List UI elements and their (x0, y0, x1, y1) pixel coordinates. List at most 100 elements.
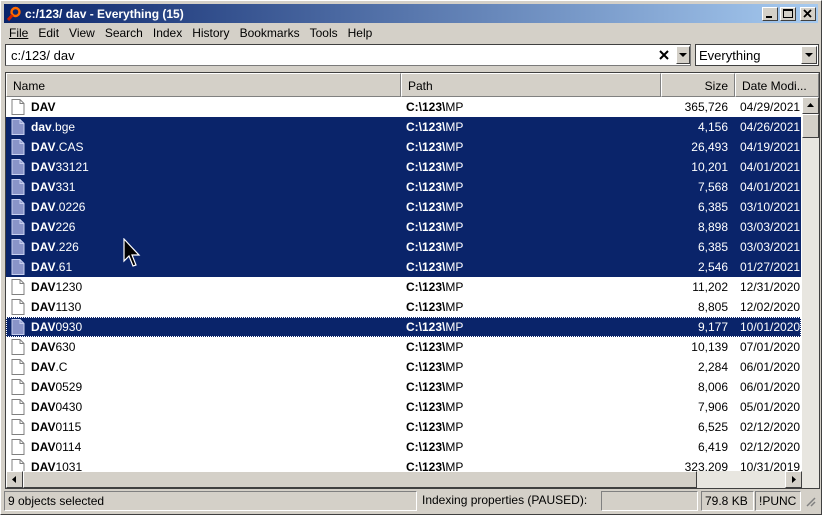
menu-edit[interactable]: Edit (33, 24, 64, 42)
table-row[interactable]: DAV 1230 C:\123\MP 11,202 12/31/2020 (6, 277, 801, 297)
menu-view-label: View (69, 26, 95, 40)
row-date-cell: 04/01/2021 (740, 180, 801, 194)
table-row[interactable]: DAV 0115 C:\123\MP 6,525 02/12/2020 (6, 417, 801, 437)
menu-tools[interactable]: Tools (305, 24, 343, 42)
row-path-rest: MP (445, 420, 464, 434)
file-icon (11, 219, 25, 235)
row-name-rest: .C (55, 360, 68, 374)
file-icon (11, 319, 25, 335)
row-date-cell: 04/29/2021 (740, 100, 801, 114)
row-name-rest: 0930 (55, 320, 83, 334)
column-path-header[interactable]: Path (401, 73, 661, 97)
mouse-cursor-icon (123, 237, 143, 268)
close-button[interactable] (800, 6, 816, 21)
menu-bar: File Edit View Search Index History Book… (4, 24, 818, 42)
row-name-cell: DAV 226 (6, 219, 400, 235)
menu-index[interactable]: Index (148, 24, 187, 42)
arrow-right-icon (792, 476, 796, 483)
row-name-rest: 0114 (55, 440, 82, 454)
row-size-cell: 4,156 (697, 120, 728, 134)
row-path-rest: MP (445, 300, 464, 314)
table-row[interactable]: DAV .C C:\123\MP 2,284 06/01/2020 (6, 357, 801, 377)
clear-icon (659, 50, 669, 60)
indexing-progress-bar (601, 491, 698, 511)
file-icon (11, 279, 25, 295)
file-icon (11, 399, 25, 415)
file-icon (11, 139, 25, 155)
row-name-match: DAV (31, 340, 56, 354)
menu-help[interactable]: Help (343, 24, 378, 42)
table-row[interactable]: DAV 331 C:\123\MP 7,568 04/01/2021 (6, 177, 801, 197)
menu-search[interactable]: Search (100, 24, 148, 42)
title-bar[interactable]: c:/123/ dav - Everything (15) (4, 4, 818, 23)
row-name-cell: DAV .226 (6, 239, 400, 255)
row-name-match: DAV (31, 200, 56, 214)
row-size-cell: 11,202 (692, 280, 728, 294)
search-input[interactable]: c:/123/ dav (5, 44, 691, 66)
row-name-cell: DAV .CAS (6, 139, 400, 155)
row-path-match: C:\123\ (406, 280, 446, 294)
column-date-header[interactable]: Date Modi... (735, 73, 819, 97)
row-name-cell: DAV (6, 99, 400, 115)
table-row[interactable]: DAV 630 C:\123\MP 10,139 07/01/2020 (6, 337, 801, 357)
resize-grip-icon[interactable] (804, 495, 816, 507)
menu-view[interactable]: View (64, 24, 100, 42)
menu-bookmarks[interactable]: Bookmarks (235, 24, 305, 42)
table-row[interactable]: DAV 1130 C:\123\MP 8,805 12/02/2020 (6, 297, 801, 317)
chevron-down-icon (805, 53, 813, 57)
arrow-up-icon (807, 103, 814, 107)
row-name-cell: DAV 33121 (6, 159, 400, 175)
row-path-cell: C:\123\MP (400, 180, 660, 194)
table-row[interactable]: DAV 0114 C:\123\MP 6,419 02/12/2020 (6, 437, 801, 457)
table-row[interactable]: DAV 226 C:\123\MP 8,898 03/03/2021 (6, 217, 801, 237)
table-row[interactable]: DAV 0930 C:\123\MP 9,177 10/01/2020 (6, 317, 801, 337)
column-name-header[interactable]: Name (6, 73, 401, 97)
filter-dropdown-button[interactable] (801, 46, 817, 64)
maximize-icon (783, 8, 793, 18)
table-row[interactable]: DAV 0430 C:\123\MP 7,906 05/01/2020 (6, 397, 801, 417)
row-name-cell: DAV .61 (6, 259, 400, 275)
row-date-cell: 03/03/2021 (740, 240, 801, 254)
row-name-rest: .0226 (55, 200, 86, 214)
row-path-cell: C:\123\MP (400, 220, 660, 234)
row-name-rest: 1230 (55, 280, 83, 294)
filter-select[interactable]: Everything (695, 44, 819, 66)
row-name-cell: dav .bge (6, 119, 400, 135)
vertical-scrollbar[interactable] (802, 97, 819, 471)
search-history-dropdown[interactable] (676, 46, 690, 64)
row-path-rest: MP (445, 120, 464, 134)
row-path-match: C:\123\ (406, 440, 446, 454)
scroll-thumb[interactable] (802, 114, 819, 138)
row-path-match: C:\123\ (406, 100, 446, 114)
menu-history[interactable]: History (187, 24, 234, 42)
scroll-left-button[interactable] (6, 471, 23, 488)
scroll-right-button[interactable] (785, 471, 802, 488)
minimize-button[interactable] (762, 6, 778, 21)
column-size-header[interactable]: Size (661, 73, 735, 97)
table-row[interactable]: dav .bge C:\123\MP 4,156 04/26/2021 (6, 117, 801, 137)
table-row[interactable]: DAV .CAS C:\123\MP 26,493 04/19/2021 (6, 137, 801, 157)
row-name-match: DAV (31, 140, 56, 154)
table-row[interactable]: DAV 33121 C:\123\MP 10,201 04/01/2021 (6, 157, 801, 177)
magnifier-icon (6, 6, 22, 22)
chevron-down-icon (679, 53, 687, 57)
row-name-cell: DAV 1130 (6, 299, 400, 315)
row-name-match: DAV (31, 300, 56, 314)
results-list[interactable]: Name Path Size Date Modi... DAV C:\123\MP… (5, 72, 820, 489)
horizontal-scrollbar[interactable] (6, 471, 819, 488)
row-date-cell: 12/02/2020 (740, 300, 801, 314)
row-date-cell: 04/01/2021 (740, 160, 801, 174)
scroll-up-button[interactable] (802, 97, 819, 114)
table-row[interactable]: DAV 0529 C:\123\MP 8,006 06/01/2020 (6, 377, 801, 397)
menu-bookmarks-label: Bookmarks (239, 26, 300, 40)
table-row[interactable]: DAV C:\123\MP 365,726 04/29/2021 (6, 97, 801, 117)
clear-search-button[interactable] (656, 47, 672, 63)
row-path-cell: C:\123\MP (400, 300, 660, 314)
row-size-cell: 7,568 (697, 180, 728, 194)
file-icon (11, 299, 25, 315)
row-size-cell: 6,419 (697, 440, 728, 454)
table-row[interactable]: DAV .0226 C:\123\MP 6,385 03/10/2021 (6, 197, 801, 217)
maximize-button[interactable] (780, 6, 796, 21)
menu-file[interactable]: File (4, 24, 33, 42)
hscroll-thumb[interactable] (23, 471, 697, 488)
